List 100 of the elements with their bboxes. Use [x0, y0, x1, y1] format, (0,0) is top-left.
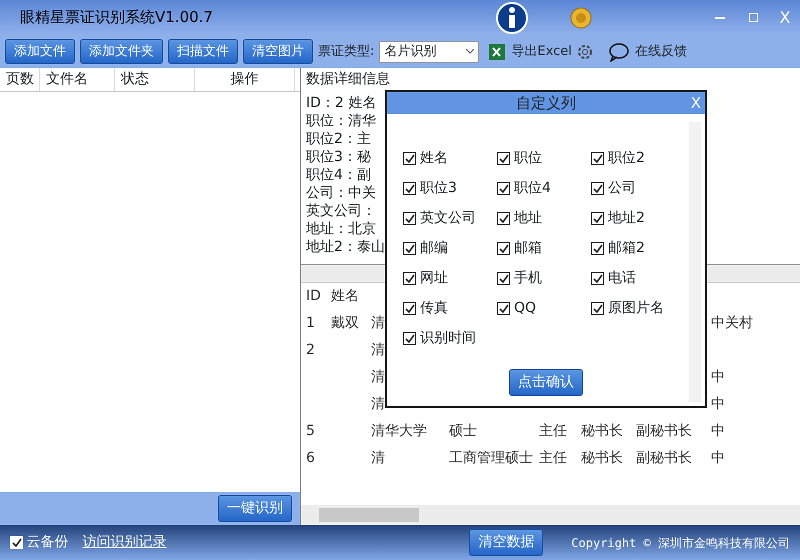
settings-icon[interactable] [576, 44, 593, 60]
checkbox-label: 公司 [608, 179, 636, 198]
confirm-button[interactable]: 点击确认 [509, 369, 583, 396]
checkbox-label: 地址2 [608, 209, 645, 228]
checkbox[interactable] [403, 242, 416, 255]
column-header: 状态 [115, 68, 195, 91]
table-cell: 清 [371, 396, 385, 412]
column-header: 姓名 [331, 287, 360, 306]
detail-line: 公司：中关 [306, 184, 376, 202]
table-cell: 中关村 [711, 315, 753, 331]
detail-line: 职位2：主 [306, 130, 371, 148]
window-title: 眼精星票证识别系统V1.00.7 [20, 7, 213, 28]
table-cell: 副秘书长 [636, 423, 692, 439]
checkbox-label: QQ [514, 299, 536, 318]
table-cell: 清 [371, 369, 385, 385]
checkbox[interactable] [497, 182, 510, 195]
checkbox-label: 职位4 [514, 179, 551, 198]
detail-line: 英文公司： [306, 202, 376, 220]
checkbox-label: 职位3 [420, 179, 457, 198]
checkbox-label: 职位 [514, 149, 542, 168]
table-cell: 清 [371, 342, 385, 358]
column-header: 操作 [195, 68, 295, 91]
clear-data-button[interactable]: 清空数据 [469, 529, 544, 556]
checkbox[interactable] [403, 152, 416, 165]
export-link[interactable]: 导出Excel [511, 42, 572, 62]
close-button[interactable]: X [690, 92, 701, 114]
checkbox-label: 电话 [608, 269, 636, 288]
checkbox-label: 识别时间 [420, 329, 476, 348]
checkbox[interactable] [10, 536, 23, 549]
table-cell: 清 [371, 315, 385, 331]
checkbox[interactable] [591, 272, 604, 285]
checkbox-label: 英文公司 [420, 209, 476, 228]
table-cell: 副秘书长 [636, 450, 692, 466]
checkbox[interactable] [497, 302, 510, 315]
checkbox[interactable] [403, 212, 416, 225]
checkbox[interactable] [497, 242, 510, 255]
checkbox-label: 邮编 [420, 239, 448, 258]
checkbox[interactable] [591, 182, 604, 195]
column-header: 文件名 [40, 68, 115, 91]
detail-line: 地址2：泰山 [306, 238, 385, 256]
feedback-link[interactable]: 在线反馈 [634, 42, 687, 62]
table-cell: 秘书长 [581, 450, 623, 466]
table-cell: 中 [711, 450, 725, 466]
checkbox[interactable] [591, 242, 604, 255]
toolbar-button[interactable]: 扫描文件 [168, 38, 238, 64]
detail-line: 地址：北京 [306, 220, 376, 238]
table-cell: 主任 [539, 423, 567, 439]
recognize-button[interactable]: 一键识别 [218, 495, 292, 522]
checkbox[interactable] [403, 182, 416, 195]
caret-icon [466, 49, 474, 54]
table-cell: 中 [711, 396, 725, 412]
checkbox[interactable] [497, 212, 510, 225]
detail-line: 职位：清华 [306, 112, 376, 130]
info-icon[interactable] [495, 0, 529, 34]
speech-bubble-icon[interactable] [608, 42, 630, 62]
column-header: ID [306, 283, 331, 310]
toolbar-button[interactable]: 清空图片 [243, 38, 313, 64]
checkbox[interactable] [591, 152, 604, 165]
scrollbar-thumb[interactable] [319, 508, 419, 522]
checkbox-label: 手机 [514, 269, 542, 288]
checkbox-label: 网址 [420, 269, 448, 288]
checkbox[interactable] [497, 152, 510, 165]
checkbox[interactable] [403, 302, 416, 315]
details-title: 数据详细信息 [306, 70, 391, 88]
toolbar-button[interactable]: 添加文件夹 [80, 38, 163, 64]
checkbox[interactable] [591, 212, 604, 225]
detail-line: 职位4：副 [306, 166, 371, 184]
table-cell: 清华大学 [371, 423, 427, 439]
checkbox[interactable] [591, 302, 604, 315]
history-link[interactable]: 访问识别记录 [82, 532, 166, 553]
checkbox-label: 云备份 [26, 533, 68, 552]
checkbox-label: 姓名 [420, 149, 448, 168]
spreadsheet-icon[interactable] [488, 42, 506, 60]
table-cell: 中 [711, 369, 725, 385]
table-cell: 戴双 [331, 315, 359, 331]
table-cell: 清 [371, 450, 385, 466]
minimize-icon[interactable] [715, 16, 725, 18]
checkbox[interactable] [497, 272, 510, 285]
table-cell: 6 [306, 450, 315, 466]
table-cell: 2 [306, 342, 315, 358]
table-cell: 5 [306, 423, 315, 439]
checkbox[interactable] [403, 272, 416, 285]
checkbox-label: 原图片名 [608, 299, 664, 318]
table-cell: 硕士 [449, 423, 477, 439]
close-button[interactable]: X [770, 6, 800, 30]
checkbox-label: 邮箱2 [608, 239, 645, 258]
checkbox-label: 邮箱 [514, 239, 542, 258]
dialog-title: 自定义列 [516, 92, 576, 114]
ticket-type-select[interactable]: 名片识别 [379, 40, 480, 62]
table-cell: 工商管理硕士 [449, 450, 533, 466]
table-cell: 1 [306, 315, 315, 331]
table-cell: 中 [711, 423, 725, 439]
toolbar-button[interactable]: 添加文件 [5, 38, 75, 64]
maximize-icon[interactable] [749, 13, 758, 22]
detail-line: ID：2 姓名 [306, 94, 376, 112]
checkbox[interactable] [403, 332, 416, 345]
ticket-type-label: 票证类型: [318, 42, 374, 61]
copyright-text: Copyright © 深圳市金鸣科技有限公司 [571, 534, 790, 552]
table-cell: 主任 [539, 450, 567, 466]
detail-line: 职位3：秘 [306, 148, 371, 166]
